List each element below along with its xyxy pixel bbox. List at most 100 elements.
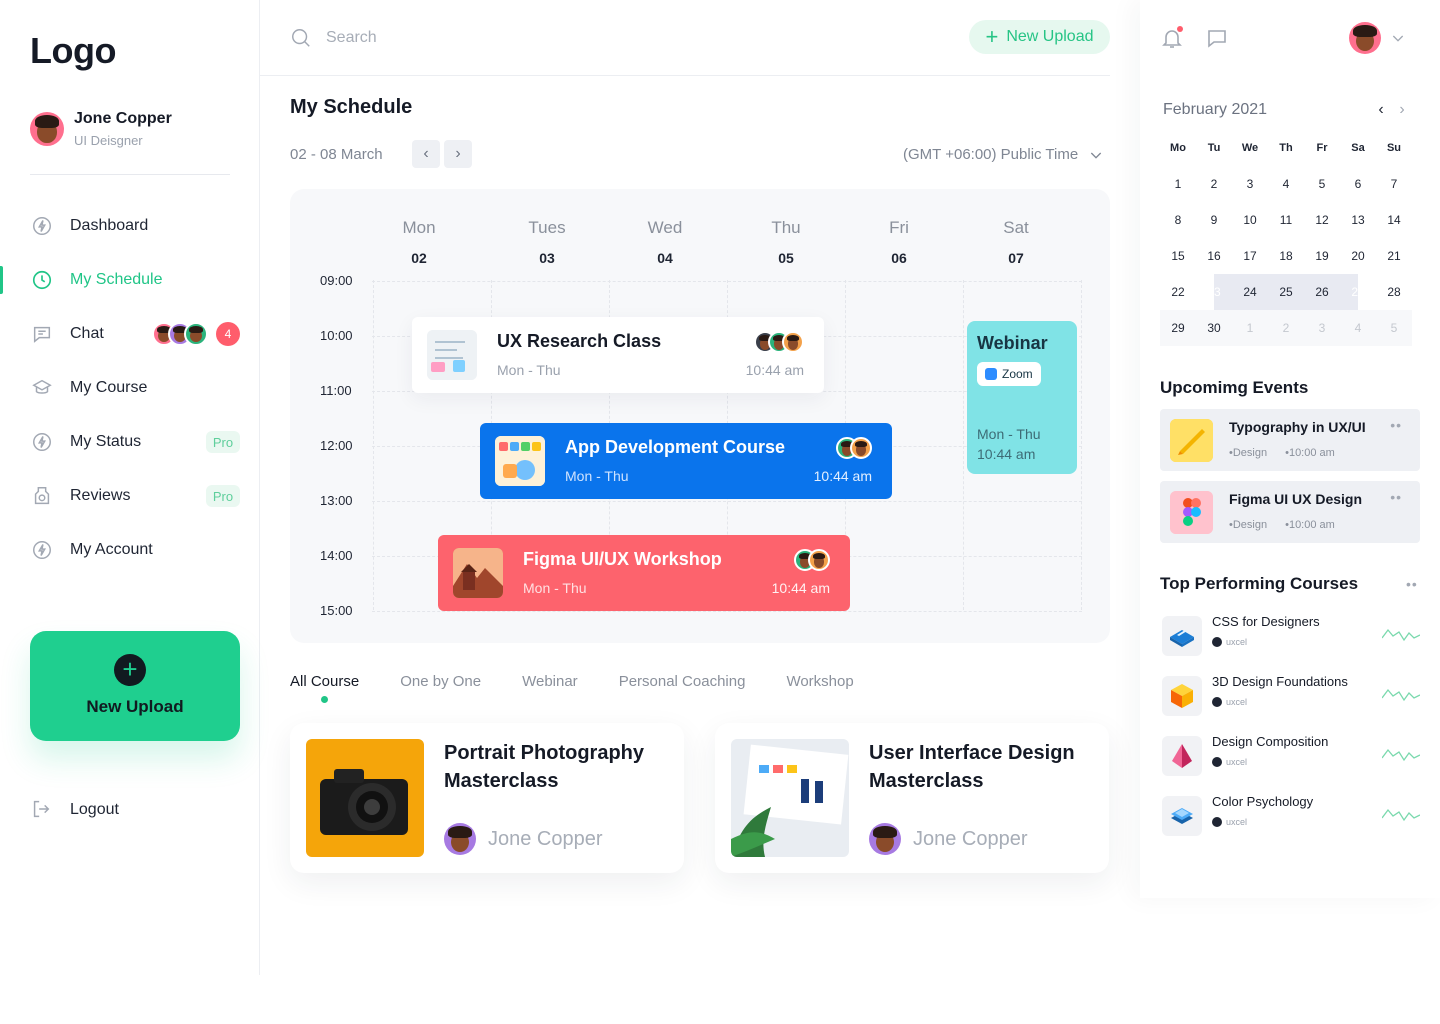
event-title: Figma UI/UX Workshop xyxy=(523,549,722,569)
weekday-label: We xyxy=(1241,142,1259,154)
calendar-day[interactable]: 20 xyxy=(1340,238,1376,274)
calendar-day[interactable]: 23 xyxy=(1196,274,1232,310)
dashboard-icon xyxy=(30,214,54,238)
chevron-left-icon: ‹ xyxy=(423,145,429,162)
sidebar-divider xyxy=(30,174,230,175)
calendar-day[interactable]: 14 xyxy=(1376,202,1412,238)
calendar-day[interactable]: 24 xyxy=(1232,274,1268,310)
new-upload-button[interactable]: + New Upload xyxy=(969,20,1110,54)
calendar-day[interactable]: 11 xyxy=(1268,202,1304,238)
more-icon[interactable]: •• xyxy=(1406,576,1418,592)
calendar-day[interactable]: 13 xyxy=(1340,202,1376,238)
sparkline-icon xyxy=(1382,808,1420,822)
top-course-item[interactable]: CSS for Designers uxcel xyxy=(1160,614,1420,658)
calendar-day[interactable]: 10 xyxy=(1232,202,1268,238)
event-time: 10:44 am xyxy=(813,468,872,484)
tab-all-course[interactable]: All Course xyxy=(290,673,359,703)
calendar-day[interactable]: 4 xyxy=(1268,166,1304,202)
day-header-fri: Fri 06 xyxy=(839,218,959,266)
next-week-button[interactable]: › xyxy=(444,140,472,168)
event-figma-workshop[interactable]: Figma UI/UX Workshop Mon - Thu 10:44 am xyxy=(438,535,850,611)
sidebar-item-label: Reviews xyxy=(70,487,131,504)
css-3d-icon xyxy=(1162,616,1202,656)
course-name: 3D Design Foundations xyxy=(1212,674,1348,689)
message-icon[interactable] xyxy=(1205,26,1229,50)
calendar-day[interactable]: 15 xyxy=(1160,238,1196,274)
calendar-day[interactable]: 30 xyxy=(1196,310,1232,346)
upcoming-event-item[interactable]: Typography in UX/UI •Design •10:00 am •• xyxy=(1160,409,1420,471)
calendar-day[interactable]: 5 xyxy=(1376,310,1412,346)
tab-one-by-one[interactable]: One by One xyxy=(400,673,481,690)
calendar-day[interactable]: 21 xyxy=(1376,238,1412,274)
event-time: •10:00 am xyxy=(1285,519,1335,531)
sparkline-icon xyxy=(1382,628,1420,642)
calendar-day[interactable]: 12 xyxy=(1304,202,1340,238)
event-ux-research-class[interactable]: UX Research Class Mon - Thu 10:44 am xyxy=(412,317,824,393)
course-thumbnail xyxy=(731,739,849,857)
calendar-day[interactable]: 19 xyxy=(1304,238,1340,274)
logout-button[interactable]: Logout xyxy=(30,798,119,822)
source-name: uxcel xyxy=(1226,757,1248,767)
calendar-day[interactable]: 29 xyxy=(1160,310,1196,346)
user-profile[interactable]: Jone Copper UI Deisgner xyxy=(30,110,172,148)
tab-personal-coaching[interactable]: Personal Coaching xyxy=(619,673,746,690)
new-upload-card-button[interactable]: + New Upload xyxy=(30,631,240,741)
sidebar-item-my-schedule[interactable]: My Schedule xyxy=(0,253,260,307)
calendar-day[interactable]: 25 xyxy=(1268,274,1304,310)
calendar-day[interactable]: 3 xyxy=(1232,166,1268,202)
sidebar-item-my-account[interactable]: My Account xyxy=(0,523,260,577)
tab-workshop[interactable]: Workshop xyxy=(786,673,853,690)
course-author: Jone Copper xyxy=(869,823,1028,855)
calendar-day[interactable]: 17 xyxy=(1232,238,1268,274)
calendar-day[interactable]: 18 xyxy=(1268,238,1304,274)
more-icon[interactable]: •• xyxy=(1390,417,1402,433)
sidebar-item-chat[interactable]: Chat 4 xyxy=(0,307,260,361)
calendar-day[interactable]: 2 xyxy=(1196,166,1232,202)
next-month-button[interactable]: › xyxy=(1393,100,1411,120)
course-source: uxcel xyxy=(1212,697,1247,707)
chevron-down-icon[interactable] xyxy=(1390,30,1406,46)
course-card[interactable]: Portrait Photography Masterclass Jone Co… xyxy=(290,723,684,873)
calendar-day[interactable]: 28 xyxy=(1376,274,1412,310)
calendar-day[interactable]: 7 xyxy=(1376,166,1412,202)
search-input[interactable] xyxy=(326,24,826,52)
top-course-item[interactable]: 3D Design Foundations uxcel xyxy=(1160,674,1420,718)
top-course-item[interactable]: Design Composition uxcel xyxy=(1160,734,1420,778)
calendar-day[interactable]: 2 xyxy=(1268,310,1304,346)
prev-month-button[interactable]: ‹ xyxy=(1372,100,1390,120)
timezone-value: (GMT +06:00) Public Time xyxy=(903,146,1079,163)
event-app-development-course[interactable]: App Development Course Mon - Thu 10:44 a… xyxy=(480,423,892,499)
course-card[interactable]: User Interface Design Masterclass Jone C… xyxy=(715,723,1109,873)
unread-count-badge: 4 xyxy=(216,322,240,346)
zoom-tag: Zoom xyxy=(977,362,1041,386)
calendar-day[interactable]: 22 xyxy=(1160,274,1196,310)
course-name: Design Composition xyxy=(1212,734,1329,749)
calendar-day[interactable]: 26 xyxy=(1304,274,1340,310)
sidebar-item-dashboard[interactable]: Dashboard xyxy=(0,199,260,253)
calendar-day[interactable]: 6 xyxy=(1340,166,1376,202)
sidebar-item-my-course[interactable]: My Course xyxy=(0,361,260,415)
sidebar-item-reviews[interactable]: Reviews Pro xyxy=(0,469,260,523)
calendar-day[interactable]: 8 xyxy=(1160,202,1196,238)
event-time: •10:00 am xyxy=(1285,447,1335,459)
calendar-day[interactable]: 1 xyxy=(1160,166,1196,202)
chat-participants xyxy=(152,322,208,346)
calendar-day[interactable]: 16 xyxy=(1196,238,1232,274)
avatar[interactable] xyxy=(1349,22,1381,54)
more-icon[interactable]: •• xyxy=(1390,489,1402,505)
timezone-select[interactable]: (GMT +06:00) Public Time xyxy=(903,146,1104,163)
top-course-item[interactable]: Color Psychology uxcel xyxy=(1160,794,1420,838)
sidebar-item-my-status[interactable]: My Status Pro xyxy=(0,415,260,469)
calendar-day[interactable]: 4 xyxy=(1340,310,1376,346)
prev-week-button[interactable]: ‹ xyxy=(412,140,440,168)
calendar-day[interactable]: 9 xyxy=(1196,202,1232,238)
weekday-label: Mo xyxy=(1170,142,1186,154)
calendar-day[interactable]: 27 xyxy=(1340,274,1376,310)
event-title: Webinar xyxy=(977,333,1048,353)
calendar-day[interactable]: 1 xyxy=(1232,310,1268,346)
upcoming-event-item[interactable]: Figma UI UX Design •Design •10:00 am •• xyxy=(1160,481,1420,543)
calendar-day[interactable]: 3 xyxy=(1304,310,1340,346)
tab-webinar[interactable]: Webinar xyxy=(522,673,578,690)
calendar-day[interactable]: 5 xyxy=(1304,166,1340,202)
event-webinar[interactable]: Webinar Zoom Mon - Thu 10:44 am xyxy=(967,321,1077,474)
